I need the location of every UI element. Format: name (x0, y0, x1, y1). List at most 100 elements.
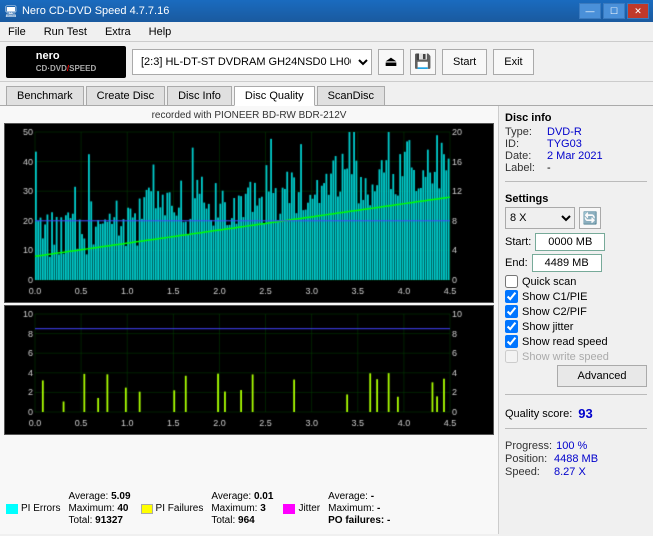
disc-label-label: Label: (505, 162, 543, 174)
title-bar-left: 🖥 Nero CD-DVD Speed 4.7.7.16 (4, 5, 169, 18)
main-content: recorded with PIONEER BD-RW BDR-212V PI … (0, 106, 653, 534)
tab-benchmark[interactable]: Benchmark (6, 86, 84, 105)
pi-failures-group: PI Failures Average: 0.01 Maximum: 3 Tot… (141, 491, 274, 526)
c1pie-row: Show C1/PIE (505, 290, 647, 303)
c1pie-checkbox[interactable] (505, 290, 518, 303)
chart-container (4, 123, 494, 487)
c2pif-label: Show C2/PIF (522, 306, 587, 318)
jitter-row: Show jitter (505, 320, 647, 333)
type-row: Type: DVD-R (505, 126, 647, 138)
progress-row: Progress: 100 % (505, 440, 647, 452)
title-bar-controls[interactable]: — ☐ ✕ (579, 3, 649, 19)
po-failures: PO failures: - (328, 515, 390, 526)
pi-errors-label: PI Errors (21, 503, 60, 514)
disc-info-title: Disc info (505, 112, 647, 124)
read-speed-label: Show read speed (522, 336, 608, 348)
start-row: Start: (505, 233, 647, 251)
write-speed-row: Show write speed (505, 350, 647, 363)
pi-failures-avg: Average: 0.01 (211, 491, 273, 502)
jitter-avg: Average: - (328, 491, 390, 502)
maximize-button[interactable]: ☐ (603, 3, 625, 19)
jitter-legend: Jitter (283, 491, 320, 526)
c1pie-label: Show C1/PIE (522, 291, 587, 303)
pi-errors-avg: Average: 5.09 (68, 491, 130, 502)
tab-scan-disc[interactable]: ScanDisc (317, 86, 385, 105)
jitter-label: Jitter (298, 503, 320, 514)
pi-errors-group: PI Errors Average: 5.09 Maximum: 40 Tota… (6, 491, 131, 526)
tabs: Benchmark Create Disc Disc Info Disc Qua… (0, 82, 653, 106)
id-row: ID: TYG03 (505, 138, 647, 150)
chart-area: recorded with PIONEER BD-RW BDR-212V PI … (0, 106, 498, 534)
close-button[interactable]: ✕ (627, 3, 649, 19)
drive-select[interactable]: [2:3] HL-DT-ST DVDRAM GH24NSD0 LH00 (132, 49, 372, 75)
divider-3 (505, 428, 647, 429)
jitter-checkbox[interactable] (505, 320, 518, 333)
tab-create-disc[interactable]: Create Disc (86, 86, 165, 105)
read-speed-checkbox[interactable] (505, 335, 518, 348)
pi-errors-max: Maximum: 40 (68, 503, 130, 514)
jitter-values: Average: - Maximum: - PO failures: - (328, 491, 390, 526)
pi-errors-legend: PI Errors (6, 491, 60, 526)
quality-section: Quality score: 93 (505, 406, 647, 421)
pi-errors-total: Total: 91327 (68, 515, 130, 526)
date-row: Date: 2 Mar 2021 (505, 150, 647, 162)
read-speed-row: Show read speed (505, 335, 647, 348)
speed-label: Speed: (505, 466, 550, 478)
speed-select[interactable]: 8 X 1 X 2 X 4 X MAX (505, 207, 575, 229)
tab-disc-quality[interactable]: Disc Quality (234, 86, 315, 106)
menu-extra[interactable]: Extra (101, 25, 135, 39)
nero-logo: neroCD·DVD/SPEED (6, 46, 126, 78)
end-input[interactable] (532, 254, 602, 272)
pi-failures-max: Maximum: 3 (211, 503, 273, 514)
tab-disc-info[interactable]: Disc Info (167, 86, 232, 105)
divider-1 (505, 181, 647, 182)
app-title: Nero CD-DVD Speed 4.7.7.16 (22, 5, 169, 17)
speed-value: 8.27 X (554, 466, 586, 478)
label-row: Label: - (505, 162, 647, 174)
speed-row: 8 X 1 X 2 X 4 X MAX 🔄 (505, 207, 647, 229)
id-label: ID: (505, 138, 543, 150)
settings-title: Settings (505, 193, 647, 205)
date-value: 2 Mar 2021 (547, 150, 603, 162)
jitter-color (283, 504, 295, 514)
start-button[interactable]: Start (442, 49, 487, 75)
type-label: Type: (505, 126, 543, 138)
position-row: Position: 4488 MB (505, 453, 647, 465)
eject-button[interactable]: ⏏ (378, 49, 404, 75)
pi-failures-color (141, 504, 153, 514)
c2pif-row: Show C2/PIF (505, 305, 647, 318)
refresh-button[interactable]: 🔄 (579, 207, 601, 229)
advanced-button[interactable]: Advanced (557, 365, 647, 387)
title-bar: 🖥 Nero CD-DVD Speed 4.7.7.16 — ☐ ✕ (0, 0, 653, 22)
disc-info-section: Disc info Type: DVD-R ID: TYG03 Date: 2 … (505, 112, 647, 174)
menu-run-test[interactable]: Run Test (40, 25, 91, 39)
progress-section: Progress: 100 % Position: 4488 MB Speed:… (505, 440, 647, 479)
quick-scan-checkbox[interactable] (505, 275, 518, 288)
jitter-max: Maximum: - (328, 503, 390, 514)
menu-help[interactable]: Help (145, 25, 176, 39)
jitter-group: Jitter Average: - Maximum: - PO failures… (283, 491, 390, 526)
id-value: TYG03 (547, 138, 582, 150)
exit-button[interactable]: Exit (493, 49, 533, 75)
start-label: Start: (505, 236, 531, 248)
menu-file[interactable]: File (4, 25, 30, 39)
stats-row: PI Errors Average: 5.09 Maximum: 40 Tota… (4, 487, 494, 530)
pi-failures-total: Total: 964 (211, 515, 273, 526)
pi-failures-label: PI Failures (156, 503, 204, 514)
c2pif-checkbox[interactable] (505, 305, 518, 318)
pi-failures-values: Average: 0.01 Maximum: 3 Total: 964 (211, 491, 273, 526)
disc-label-value: - (547, 162, 551, 174)
position-label: Position: (505, 453, 550, 465)
date-label: Date: (505, 150, 543, 162)
upper-chart (4, 123, 494, 303)
start-input[interactable] (535, 233, 605, 251)
speed-row: Speed: 8.27 X (505, 466, 647, 478)
save-button[interactable]: 💾 (410, 49, 436, 75)
quick-scan-label: Quick scan (522, 276, 576, 288)
pi-failures-legend: PI Failures (141, 491, 204, 526)
minimize-button[interactable]: — (579, 3, 601, 19)
write-speed-checkbox[interactable] (505, 350, 518, 363)
quality-label: Quality score: (505, 408, 572, 420)
progress-label: Progress: (505, 440, 552, 452)
right-panel: Disc info Type: DVD-R ID: TYG03 Date: 2 … (498, 106, 653, 534)
